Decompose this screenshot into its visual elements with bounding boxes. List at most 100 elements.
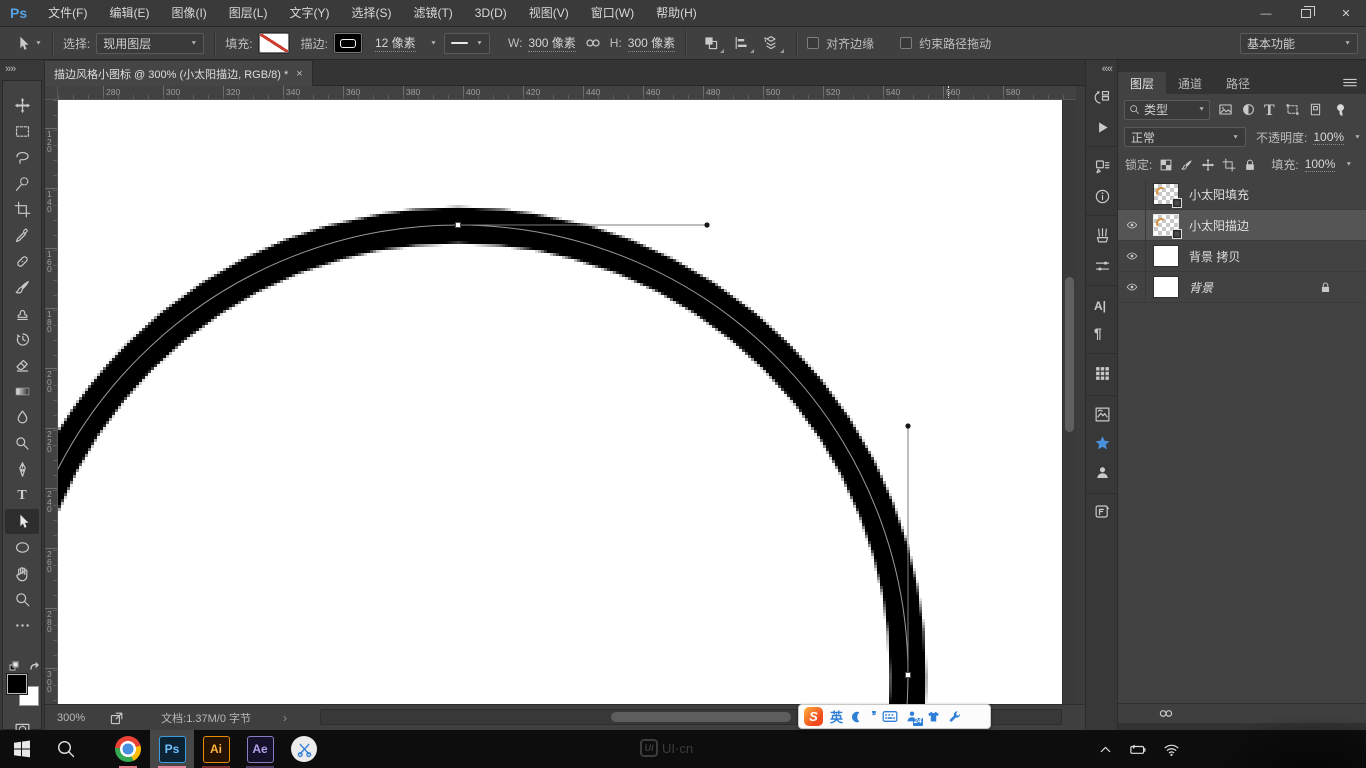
layer-thumbnail[interactable] [1153,276,1179,298]
layer-thumbnail[interactable] [1153,214,1179,236]
brushes-panel-icon[interactable] [1094,227,1111,244]
search-button[interactable] [44,730,88,768]
tool-brush[interactable] [5,275,39,300]
menu-help[interactable]: 帮助(H) [645,0,708,26]
link-wh-icon[interactable] [584,36,602,50]
select-mode-dropdown[interactable]: 现用图层▼ [96,33,204,54]
adjustments-panel-icon[interactable] [1094,158,1111,175]
lock-pixels-icon[interactable] [1180,158,1194,172]
info-panel-icon[interactable] [1094,188,1111,205]
tab-paths[interactable]: 路径 [1214,72,1262,94]
lock-artboard-icon[interactable] [1222,158,1236,172]
menu-select[interactable]: 选择(S) [340,0,402,26]
star-panel-icon[interactable] [1094,435,1111,452]
height-input[interactable]: 300 像素 [628,34,675,52]
visibility-toggle[interactable] [1118,272,1146,303]
effects-panel-icon[interactable] [1094,503,1111,520]
tool-gradient[interactable] [5,379,39,404]
tool-lasso[interactable] [5,145,39,170]
taskbar-photoshop[interactable]: Ps [150,730,194,768]
tool-hand[interactable] [5,561,39,586]
panel-menu-icon[interactable] [1342,77,1358,89]
taskbar-after-effects[interactable]: Ae [238,730,282,768]
tool-quick-selection[interactable] [5,171,39,196]
moon-icon[interactable] [850,710,864,724]
close-tab-icon[interactable]: × [296,68,302,80]
tool-marquee[interactable] [5,119,39,144]
lock-all-icon[interactable] [1243,158,1257,172]
layer-row[interactable]: 小太阳填充 [1118,179,1366,210]
menu-3d[interactable]: 3D(D) [464,0,518,26]
layer-name[interactable]: 小太阳描边 [1189,217,1249,234]
scrollbar-thumb[interactable] [611,712,791,722]
restore-button[interactable] [1286,0,1326,27]
constrain-path-checkbox[interactable] [900,37,912,49]
path-arrangement-button[interactable] [756,31,786,55]
tool-crop[interactable] [5,197,39,222]
tool-spot-healing[interactable] [5,249,39,274]
fill-swatch[interactable] [259,33,289,53]
taskbar-chrome[interactable] [106,730,150,768]
tool-dodge[interactable] [5,431,39,456]
sogou-logo-icon[interactable]: S [804,707,823,726]
stroke-swatch[interactable] [334,33,362,53]
chevron-up-icon[interactable] [1097,741,1114,758]
layer-name[interactable]: 小太阳填充 [1189,186,1249,203]
canvas[interactable] [58,100,1062,704]
tool-eyedropper[interactable] [5,223,39,248]
menu-layer[interactable]: 图层(L) [218,0,279,26]
close-button[interactable]: ✕ [1326,0,1366,27]
menu-edit[interactable]: 编辑(E) [98,0,160,26]
menu-image[interactable]: 图像(I) [160,0,217,26]
tool-pen[interactable] [5,457,39,482]
paragraph-panel-icon[interactable]: ¶ [1094,325,1102,342]
collapse-dock-icon[interactable]: «« [1102,63,1112,75]
filter-type-layers-icon[interactable]: T [1264,102,1277,117]
glyphs-panel-icon[interactable] [1094,365,1111,382]
menu-filter[interactable]: 滤镜(T) [402,0,463,26]
tool-history-brush[interactable] [5,327,39,352]
tool-zoom[interactable] [5,587,39,612]
filter-smart-objects-icon[interactable] [1308,102,1323,117]
blend-mode-dropdown[interactable]: 正常 ▼ [1124,127,1246,147]
path-operations-button[interactable] [696,31,726,55]
tool-preset-picker[interactable]: ▼ [14,35,42,52]
align-edges-checkbox[interactable] [807,37,819,49]
opacity-value[interactable]: 100% [1313,130,1344,145]
taskbar-illustrator[interactable]: Ai [194,730,238,768]
styles-panel-icon[interactable] [1094,406,1111,423]
filter-type-dropdown[interactable]: 类型 ▼ [1124,100,1210,120]
visibility-toggle[interactable] [1118,179,1146,210]
tool-ellipse[interactable] [5,535,39,560]
link-layers-icon[interactable] [1156,707,1176,720]
workspace-dropdown[interactable]: 基本功能▼ [1240,33,1358,54]
layer-thumbnail[interactable] [1153,183,1179,205]
vertical-scrollbar[interactable] [1062,100,1076,704]
layer-row[interactable]: 小太阳描边 [1118,210,1366,241]
menu-file[interactable]: 文件(F) [37,0,98,26]
status-flyout-arrow[interactable]: › [283,711,287,725]
keyboard-icon[interactable] [882,710,898,723]
wrench-icon[interactable] [948,710,962,724]
tab-layers[interactable]: 图层 [1118,72,1166,94]
stroke-type-dropdown[interactable]: ▼ [444,33,490,54]
brush-settings-panel-icon[interactable] [1094,258,1111,275]
minimize-button[interactable]: — [1246,0,1286,27]
tool-more[interactable] [5,613,39,638]
character-panel-icon[interactable]: A| [1094,297,1106,314]
visibility-toggle[interactable] [1118,210,1146,241]
chinese-english-toggle[interactable]: 英 [830,707,843,726]
filter-pixel-layers-icon[interactable] [1218,102,1233,117]
punctuation-icon[interactable]: ’’ [871,708,875,725]
layer-name[interactable]: 背景 拷贝 [1189,248,1240,265]
tool-clone-stamp[interactable] [5,301,39,326]
lock-position-icon[interactable] [1201,158,1215,172]
start-button[interactable] [0,730,44,768]
path-alignment-button[interactable] [726,31,756,55]
default-swap-colors[interactable] [7,661,41,673]
menu-type[interactable]: 文字(Y) [278,0,340,26]
portrait-panel-icon[interactable] [1094,464,1111,481]
history-panel-icon[interactable] [1094,89,1111,106]
menu-window[interactable]: 窗口(W) [580,0,645,26]
layer-thumbnail[interactable] [1153,245,1179,267]
